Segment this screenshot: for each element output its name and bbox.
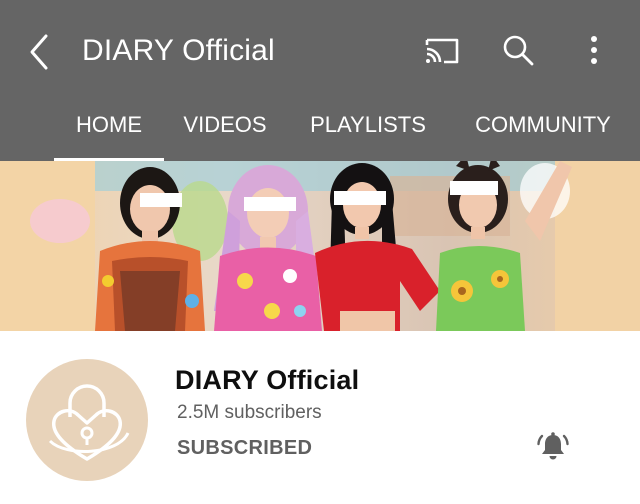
- cast-icon: [425, 38, 459, 64]
- search-icon: [503, 35, 534, 66]
- back-button[interactable]: [24, 30, 56, 74]
- search-button[interactable]: [496, 28, 540, 72]
- banner-image: [0, 161, 640, 331]
- channel-banner: [0, 161, 640, 331]
- more-options-button[interactable]: [574, 28, 618, 72]
- tab-videos[interactable]: VIDEOS: [170, 112, 280, 161]
- top-toolbar: DIARY Official: [0, 0, 640, 100]
- face-blur-3: [334, 191, 386, 205]
- back-arrow-icon: [30, 34, 48, 70]
- heart-lock-icon: [48, 384, 130, 461]
- face-blur-1: [140, 193, 182, 207]
- more-vert-icon: [591, 36, 597, 64]
- tab-community[interactable]: COMMUNITY: [462, 112, 624, 161]
- channel-info: DIARY Official 2.5M subscribers SUBSCRIB…: [0, 331, 640, 504]
- channel-tabs: HOME VIDEOS PLAYLISTS COMMUNITY: [0, 100, 640, 161]
- subscriber-count: 2.5M subscribers: [177, 402, 322, 423]
- app-bar: DIARY Official HOME VIDEOS PLAYLISTS COM…: [0, 0, 640, 161]
- tab-playlists[interactable]: PLAYLISTS: [298, 112, 438, 161]
- cast-button[interactable]: [420, 28, 464, 72]
- channel-name: DIARY Official: [175, 365, 360, 395]
- notification-bell-ringing-icon: [537, 432, 569, 460]
- channel-avatar[interactable]: [26, 359, 148, 481]
- face-blur-2: [244, 197, 296, 211]
- face-blur-4: [450, 181, 498, 195]
- tab-home[interactable]: HOME: [54, 112, 164, 161]
- subscribed-button[interactable]: SUBSCRIBED: [177, 436, 312, 460]
- notification-bell-button[interactable]: [536, 430, 570, 464]
- channel-title: DIARY Official: [82, 34, 275, 67]
